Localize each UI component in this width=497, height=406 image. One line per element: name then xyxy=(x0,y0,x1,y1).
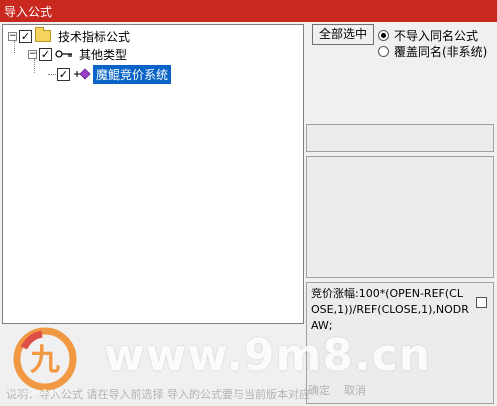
cancel-button[interactable]: 取消 xyxy=(344,382,366,398)
radio-label[interactable]: 不导入同名公式 xyxy=(394,27,478,44)
key-icon xyxy=(55,50,72,58)
radio-overwrite-duplicates[interactable]: 覆盖同名(非系统) xyxy=(378,43,487,60)
window-titlebar: 导入公式 xyxy=(0,0,497,22)
radio-unselected-icon[interactable] xyxy=(378,45,389,57)
watermark-site: www.9m8.cn xyxy=(104,330,432,381)
folder-icon xyxy=(35,27,51,42)
formula-icon xyxy=(74,68,91,80)
select-all-button[interactable]: 全部选中 xyxy=(312,24,374,45)
tree-node-root[interactable]: − ✓ 技术指标公式 xyxy=(8,27,133,45)
watermark-site-small: www.9m8.cn xyxy=(8,388,60,397)
info-panel xyxy=(306,124,494,152)
formula-checkbox[interactable]: ✓ xyxy=(57,67,70,81)
description-panel xyxy=(306,156,494,278)
tree-node-label[interactable]: 魔鲲竞价系统 xyxy=(93,64,172,84)
tree-node-formula[interactable]: ✓ 魔鲲竞价系统 xyxy=(48,64,172,84)
watermark-logo-text: 九 xyxy=(30,343,60,378)
collapse-icon[interactable]: − xyxy=(8,31,17,41)
root-checkbox[interactable]: ✓ xyxy=(19,29,32,43)
watermark-logo-icon: 九 xyxy=(13,327,77,391)
preview-checkbox[interactable] xyxy=(476,297,487,308)
tree-node-label[interactable]: 技术指标公式 xyxy=(55,27,133,46)
tree-node-category[interactable]: − ✓ 其他类型 xyxy=(28,45,130,63)
ok-button[interactable]: 确定 xyxy=(308,382,330,398)
radio-skip-duplicates[interactable]: 不导入同名公式 xyxy=(378,27,478,44)
collapse-icon[interactable]: − xyxy=(28,49,37,59)
tree-node-label[interactable]: 其他类型 xyxy=(76,45,130,64)
formula-tree[interactable]: − ✓ 技术指标公式 − ✓ 其他类型 ✓ 魔鲲竞价系统 xyxy=(2,24,304,324)
formula-preview-text: 竞价涨幅:100*(OPEN-REF(CLOSE,1))/REF(CLOSE,1… xyxy=(311,287,469,332)
window-title: 导入公式 xyxy=(4,5,53,19)
dialog-buttons: 确定 取消 xyxy=(308,382,366,398)
radio-selected-icon[interactable] xyxy=(378,29,389,41)
tree-line xyxy=(48,73,56,75)
category-checkbox[interactable]: ✓ xyxy=(39,47,52,61)
radio-label[interactable]: 覆盖同名(非系统) xyxy=(394,43,487,60)
